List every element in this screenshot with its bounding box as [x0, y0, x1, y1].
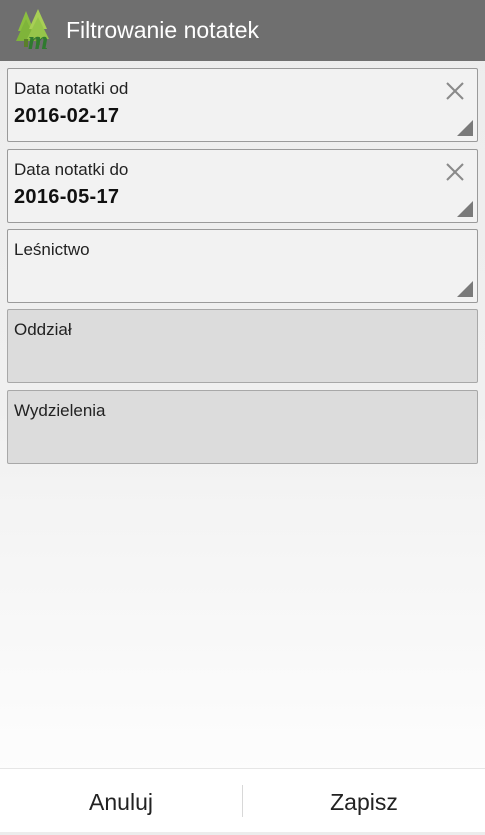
save-button[interactable]: Zapisz — [243, 769, 485, 832]
forestry-spinner[interactable]: Leśnictwo — [7, 229, 478, 303]
date-from-value[interactable]: 2016-02-17 — [14, 105, 119, 128]
bottom-button-bar: Anuluj Zapisz — [0, 768, 485, 832]
close-icon[interactable] — [443, 160, 467, 184]
division-label: Oddział — [14, 320, 72, 339]
subdivisions-label: Wydzielenia — [14, 401, 106, 420]
spinner-corner-icon — [457, 120, 473, 136]
date-to-value[interactable]: 2016-05-17 — [14, 186, 119, 209]
subdivisions-field: Wydzielenia — [7, 390, 478, 464]
date-from-label: Data notatki od — [14, 79, 129, 98]
app-title: Filtrowanie notatek — [66, 17, 260, 43]
spinner-corner-icon — [457, 281, 473, 297]
action-bar: m Filtrowanie notatek — [0, 0, 485, 61]
date-to-label: Data notatki do — [14, 160, 129, 179]
date-to-field[interactable]: Data notatki do 2016-05-17 — [7, 149, 478, 223]
spinner-corner-icon — [457, 201, 473, 217]
svg-text:m: m — [28, 26, 48, 51]
division-field: Oddział — [7, 309, 478, 383]
cancel-button[interactable]: Anuluj — [0, 769, 242, 832]
close-icon[interactable] — [443, 79, 467, 103]
app-logo-icon[interactable]: m — [16, 9, 60, 51]
date-from-field[interactable]: Data notatki od 2016-02-17 — [7, 68, 478, 142]
forestry-label: Leśnictwo — [14, 240, 90, 259]
